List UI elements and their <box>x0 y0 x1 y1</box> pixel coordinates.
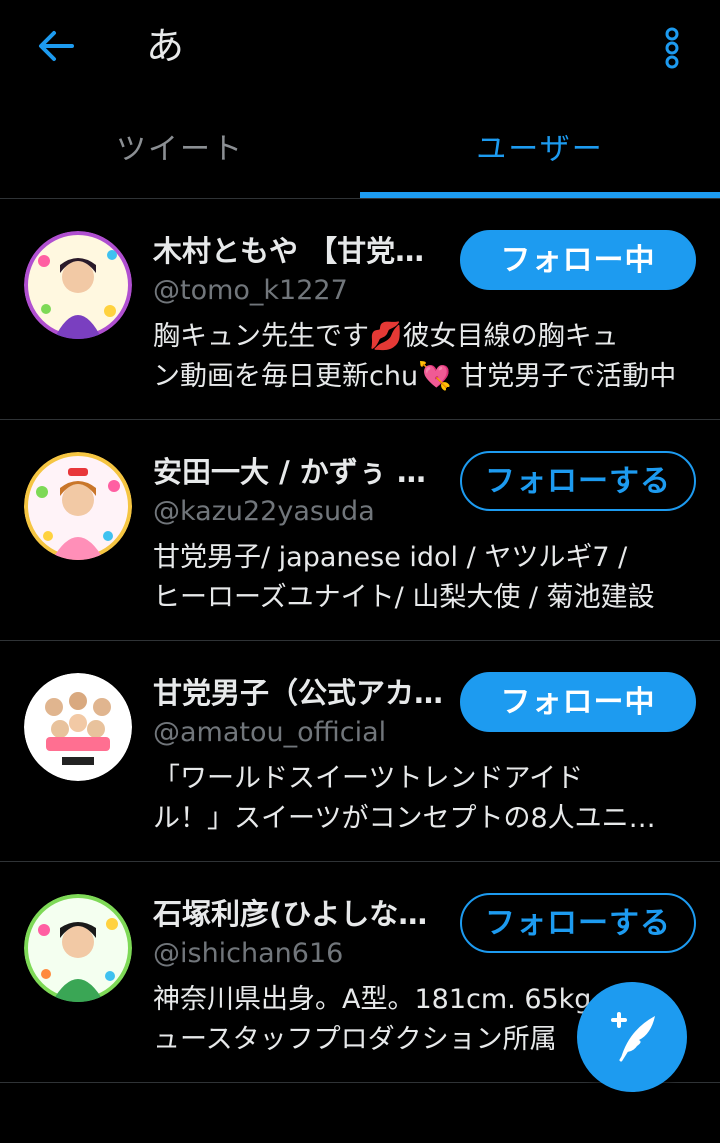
following-button[interactable]: フォロー中 <box>460 230 696 290</box>
user-bio: 「ワールドスイーツトレンドアイド ル！」スイーツがコンセプトの8人ユニット <box>153 759 678 839</box>
user-handle: @tomo_k1227 <box>153 275 348 306</box>
bio-line: 甘党男子/ japanese idol / ヤツルギ7 / <box>153 542 628 573</box>
more-vertical-icon[interactable] <box>652 24 692 72</box>
top-bar: あ <box>0 0 720 96</box>
bio-line: 胸キュン先生です💋彼女目線の胸キュ <box>153 321 619 352</box>
back-arrow-icon[interactable] <box>34 24 78 68</box>
user-name: 石塚利彦(ひよしなかま) <box>153 897 453 931</box>
user-name: 甘党男子（公式アカウント） <box>153 676 453 710</box>
follow-button[interactable]: フォローする <box>460 451 696 511</box>
user-bio: 胸キュン先生です💋彼女目線の胸キュ ン動画を毎日更新chu💘 甘党男子で活動中 <box>153 317 678 397</box>
active-tab-indicator <box>360 192 720 198</box>
following-button[interactable]: フォロー中 <box>460 672 696 732</box>
avatar[interactable] <box>24 231 132 339</box>
search-query[interactable]: あ <box>146 20 184 72</box>
user-row[interactable]: 木村ともや 【甘党男子】 @tomo_k1227 胸キュン先生です💋彼女目線の胸… <box>0 199 720 420</box>
bio-line: ヒーローズユナイト/ 山梨大使 / 菊池建設 <box>153 582 655 613</box>
user-handle: @kazu22yasuda <box>153 496 375 527</box>
bio-line: ル！」スイーツがコンセプトの8人ユニット <box>153 803 678 834</box>
avatar[interactable] <box>24 894 132 1002</box>
follow-button[interactable]: フォローする <box>460 893 696 953</box>
user-row[interactable]: 安田一大 / かずぅ 【甘党男子】 @kazu22yasuda 甘党男子/ ja… <box>0 420 720 641</box>
tab-tweets[interactable]: ツイート <box>0 100 360 198</box>
tab-users[interactable]: ユーザー <box>360 100 720 198</box>
search-tabs: ツイート ユーザー <box>0 100 720 199</box>
user-name: 安田一大 / かずぅ 【甘党男子】 <box>153 455 453 489</box>
compose-button[interactable] <box>577 982 687 1092</box>
bio-line: ン動画を毎日更新chu💘 甘党男子で活動中 <box>153 361 677 392</box>
user-list: 木村ともや 【甘党男子】 @tomo_k1227 胸キュン先生です💋彼女目線の胸… <box>0 199 720 1083</box>
user-bio: 甘党男子/ japanese idol / ヤツルギ7 / ヒーローズユナイト/… <box>153 538 678 618</box>
bio-line: 「ワールドスイーツトレンドアイド <box>153 763 584 794</box>
avatar[interactable] <box>24 673 132 781</box>
user-row[interactable]: 甘党男子（公式アカウント） @amatou_official 「ワールドスイーツ… <box>0 641 720 862</box>
user-handle: @ishichan616 <box>153 938 344 969</box>
user-name: 木村ともや 【甘党男子】 <box>153 234 453 268</box>
compose-tweet-icon <box>611 1012 655 1062</box>
user-handle: @amatou_official <box>153 717 387 748</box>
avatar[interactable] <box>24 452 132 560</box>
